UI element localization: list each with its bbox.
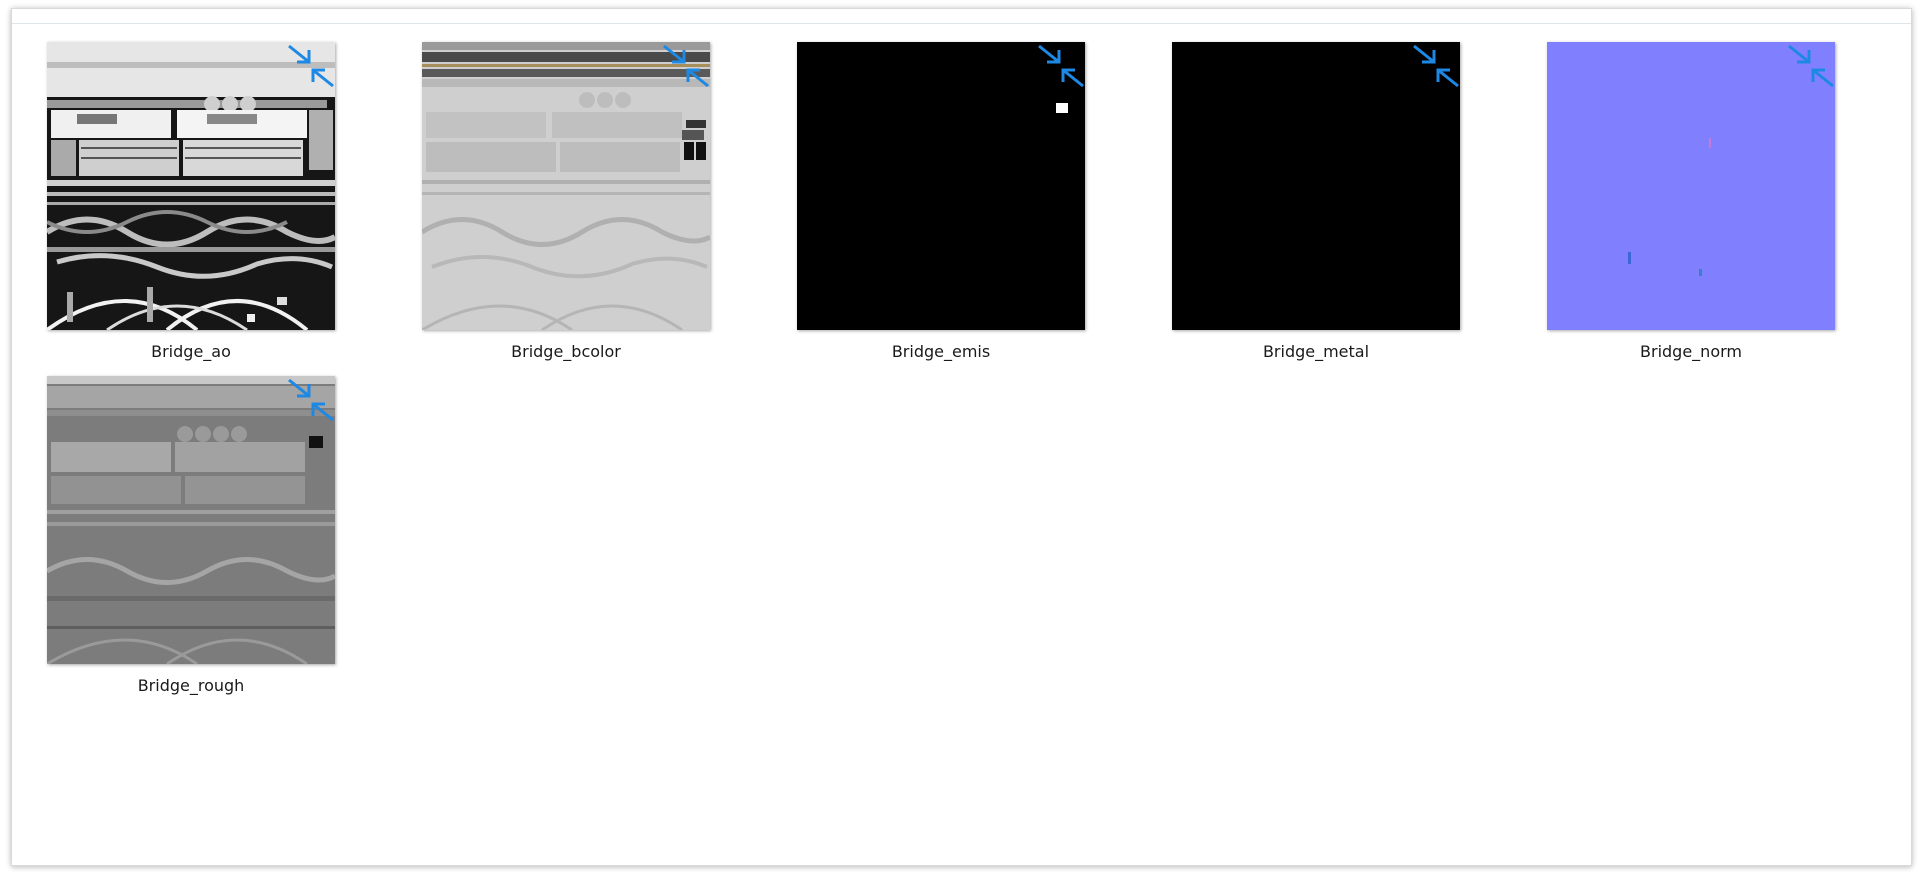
file-item-bridge-rough[interactable]: Bridge_rough: [47, 376, 335, 696]
header-divider: [12, 23, 1911, 24]
thumbnail-bridge-metal[interactable]: [1172, 42, 1460, 330]
file-item-bridge-norm[interactable]: Bridge_norm: [1547, 42, 1835, 362]
file-label[interactable]: Bridge_metal: [1172, 342, 1460, 362]
thumbnail-bridge-rough[interactable]: [47, 376, 335, 664]
file-explorer-pane: Bridge_ao Bridge_bcolor Bridge_emis Brid…: [11, 8, 1912, 866]
thumbnail-bridge-norm[interactable]: [1547, 42, 1835, 330]
file-label[interactable]: Bridge_ao: [47, 342, 335, 362]
thumbnail-bridge-bcolor[interactable]: [422, 42, 710, 330]
file-label[interactable]: Bridge_norm: [1547, 342, 1835, 362]
file-label[interactable]: Bridge_bcolor: [422, 342, 710, 362]
thumbnail-bridge-emis[interactable]: [797, 42, 1085, 330]
compressed-arrows-icon: [288, 44, 334, 88]
compressed-arrows-icon: [1413, 44, 1459, 88]
file-label[interactable]: Bridge_emis: [797, 342, 1085, 362]
file-item-bridge-metal[interactable]: Bridge_metal: [1172, 42, 1460, 362]
thumbnail-bridge-ao[interactable]: [47, 42, 335, 330]
compressed-arrows-icon: [1038, 44, 1084, 88]
compressed-arrows-icon: [288, 378, 334, 422]
file-item-bridge-bcolor[interactable]: Bridge_bcolor: [422, 42, 710, 362]
file-item-bridge-emis[interactable]: Bridge_emis: [797, 42, 1085, 362]
file-label[interactable]: Bridge_rough: [47, 676, 335, 696]
compressed-arrows-icon: [663, 44, 709, 88]
file-item-bridge-ao[interactable]: Bridge_ao: [47, 42, 335, 362]
compressed-arrows-icon: [1788, 44, 1834, 88]
